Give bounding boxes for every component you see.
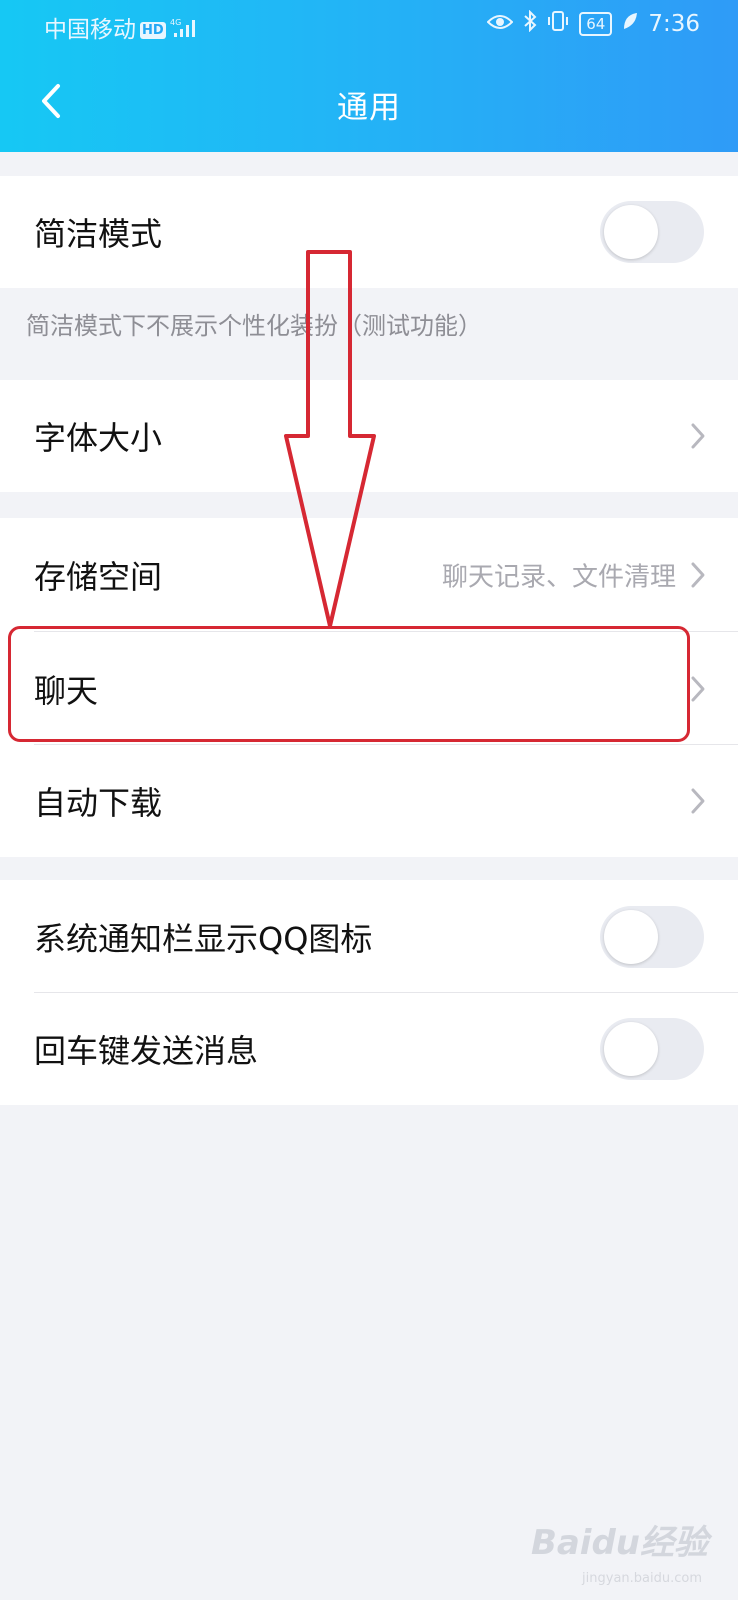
enter-to-send-label: 回车键发送消息 <box>34 1032 259 1070</box>
eye-icon <box>486 11 514 37</box>
bluetooth-icon <box>523 9 537 38</box>
leaf-icon <box>622 11 638 37</box>
chevron-right-icon <box>691 676 705 701</box>
enter-to-send-row: 回车键发送消息 <box>0 993 738 1105</box>
chevron-right-icon <box>691 788 705 814</box>
header-bar: 中国移动 HD 4G 64 7:36 通用 <box>0 0 738 152</box>
toggle-knob <box>604 1022 658 1076</box>
toggle-section: 系统通知栏显示QQ图标 回车键发送消息 <box>0 880 738 1105</box>
watermark-logo: Baidu经验 <box>530 1523 708 1563</box>
enter-to-send-toggle[interactable] <box>600 1018 704 1080</box>
chevron-right-icon <box>691 562 705 588</box>
storage-value: 聊天记录、文件清理 <box>441 562 676 593</box>
notification-qq-icon-row: 系统通知栏显示QQ图标 <box>0 880 738 993</box>
storage-label: 存储空间 <box>34 558 163 596</box>
page-title: 通用 <box>337 90 401 126</box>
vibrate-icon <box>547 10 569 38</box>
font-size-label: 字体大小 <box>34 419 163 457</box>
watermark-url: jingyan.baidu.com <box>582 1571 702 1586</box>
signal-icon: 4G <box>170 17 200 45</box>
notification-qq-icon-label: 系统通知栏显示QQ图标 <box>34 919 373 958</box>
clock-time: 7:36 <box>648 11 700 37</box>
status-bar: 中国移动 HD 4G 64 7:36 <box>0 0 738 52</box>
battery-indicator: 64 <box>579 12 613 36</box>
annotation-arrow <box>284 250 376 628</box>
annotation-highlight-box <box>8 626 690 742</box>
notification-qq-icon-toggle[interactable] <box>600 905 704 968</box>
simple-mode-toggle[interactable] <box>600 201 704 263</box>
svg-text:4G: 4G <box>170 18 181 27</box>
simple-mode-hint: 简洁模式下不展示个性化装扮（测试功能） <box>26 312 482 340</box>
auto-download-label: 自动下载 <box>34 784 163 822</box>
toggle-knob <box>604 205 658 259</box>
auto-download-row[interactable]: 自动下载 <box>0 745 738 857</box>
toggle-knob <box>604 909 658 964</box>
hd-badge: HD <box>140 22 166 39</box>
chevron-right-icon <box>691 423 705 449</box>
simple-mode-label: 简洁模式 <box>34 215 163 253</box>
carrier-label: 中国移动 <box>44 17 136 43</box>
